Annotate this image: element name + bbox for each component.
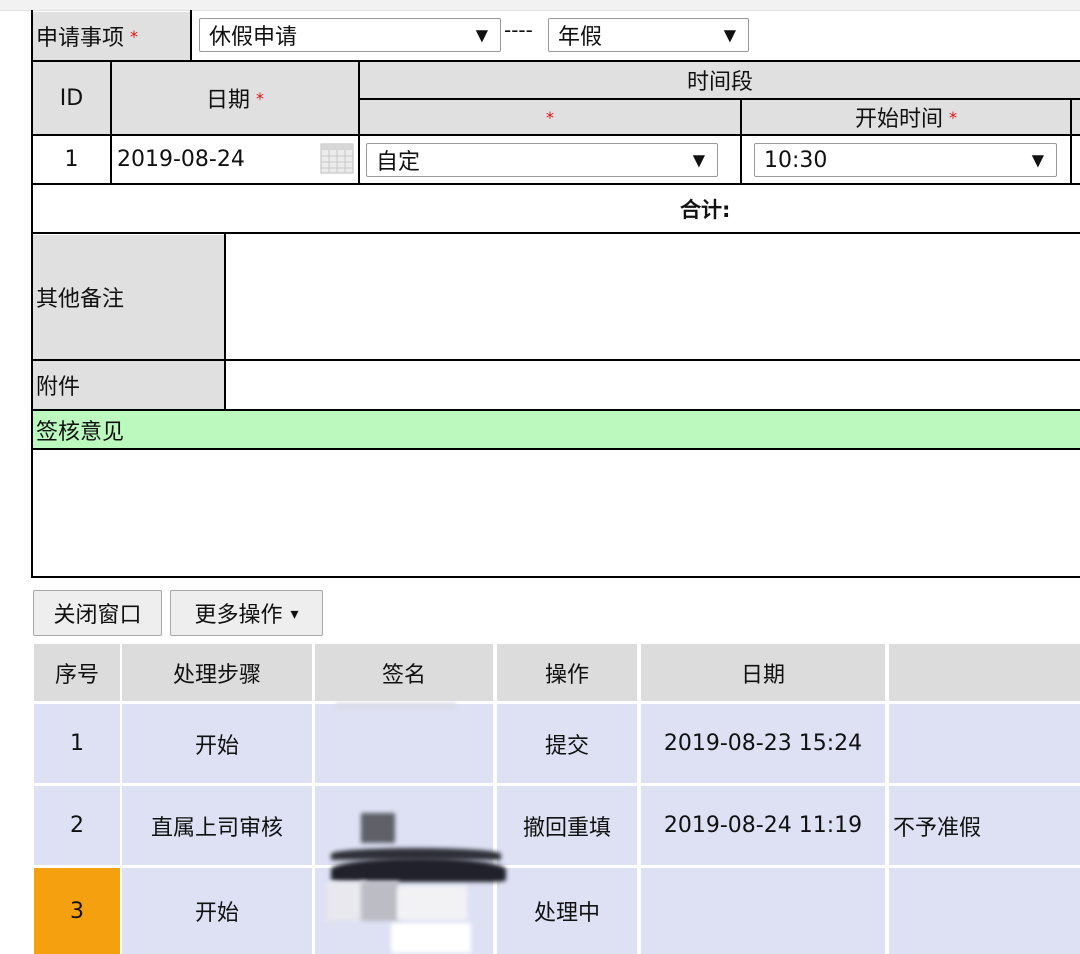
calendar-icon[interactable] bbox=[320, 142, 354, 174]
table-row-no: 2 bbox=[34, 786, 120, 865]
workflow-table: 序号 处理步骤 签名 操作 日期 1 开始 提交 2019-08-23 15:2… bbox=[31, 641, 1080, 954]
divider bbox=[31, 359, 1080, 361]
divider bbox=[31, 183, 1080, 185]
period-value: 自定 bbox=[376, 150, 421, 175]
row-id: 1 bbox=[64, 147, 79, 172]
date-header: 日期 * bbox=[112, 62, 358, 134]
table-row-date bbox=[641, 868, 885, 954]
leave-form: 申请事项 * 休假申请 ▼ ---- 年假 ▼ ID 日期 * 时间段 * 开始时间… bbox=[0, 10, 1080, 580]
flow-header-no: 序号 bbox=[34, 644, 120, 701]
review-content bbox=[33, 450, 1080, 576]
divider bbox=[110, 60, 112, 184]
flow-header-step: 处理步骤 bbox=[122, 644, 312, 701]
redacted-signature bbox=[397, 886, 467, 920]
table-row-operation: 处理中 bbox=[497, 868, 637, 954]
table-row-no: 1 bbox=[34, 704, 120, 783]
table-row-date: 2019-08-24 11:19 bbox=[641, 786, 885, 865]
table-row-note: 不予准假 bbox=[889, 786, 1080, 865]
chevron-down-icon: ▼ bbox=[475, 25, 488, 45]
flow-header-signature: 签名 bbox=[315, 644, 493, 701]
period-select[interactable]: 自定 ▼ bbox=[366, 143, 718, 177]
divider bbox=[1070, 98, 1072, 184]
redacted-signature bbox=[336, 703, 456, 709]
chevron-down-icon: ▼ bbox=[692, 150, 705, 170]
table-row-step: 开始 bbox=[122, 868, 312, 954]
attachment-label: 附件 bbox=[36, 375, 81, 400]
period-type-header: * bbox=[360, 100, 740, 134]
remarks-label-cell: 其他备注 bbox=[33, 235, 224, 359]
flow-header-date: 日期 bbox=[641, 644, 885, 701]
period-header: 时间段 bbox=[360, 62, 1080, 98]
divider bbox=[31, 134, 1080, 136]
divider bbox=[358, 98, 1080, 100]
redacted-signature bbox=[326, 881, 366, 921]
apply-label-cell: 申请事项 * bbox=[33, 12, 190, 60]
leave-type-value: 年假 bbox=[558, 25, 603, 50]
review-section-title: 签核意见 bbox=[36, 419, 125, 445]
close-window-button[interactable]: 关闭窗口 bbox=[33, 590, 162, 636]
apply-label: 申请事项 bbox=[36, 26, 125, 51]
table-row-note bbox=[889, 704, 1080, 783]
flow-header-note bbox=[889, 644, 1080, 701]
chevron-down-icon: ▼ bbox=[723, 25, 736, 45]
next-col-header bbox=[1072, 100, 1080, 134]
table-row-step: 开始 bbox=[122, 704, 312, 783]
table-row-operation: 撤回重填 bbox=[497, 786, 637, 865]
total-label: 合计: bbox=[680, 198, 731, 222]
divider bbox=[31, 10, 33, 578]
leave-type-select[interactable]: 年假 ▼ bbox=[548, 18, 749, 52]
date-value: 2019-08-24 bbox=[117, 147, 245, 172]
apply-type-select[interactable]: 休假申请 ▼ bbox=[199, 18, 501, 52]
attachment-label-cell: 附件 bbox=[33, 361, 224, 409]
divider bbox=[740, 98, 742, 184]
required-mark: * bbox=[130, 26, 139, 46]
review-section-header: 签核意见 bbox=[33, 411, 1080, 448]
divider bbox=[31, 60, 1080, 62]
divider bbox=[190, 10, 192, 62]
start-time-select[interactable]: 10:30 ▼ bbox=[754, 143, 1057, 177]
redacted-signature bbox=[361, 881, 399, 921]
chevron-down-icon: ▼ bbox=[1031, 150, 1044, 170]
divider bbox=[31, 409, 1080, 411]
table-row-step: 直属上司审核 bbox=[122, 786, 312, 865]
divider bbox=[31, 232, 1080, 234]
type-separator: ---- bbox=[504, 18, 533, 42]
divider bbox=[224, 232, 226, 411]
table-row-operation: 提交 bbox=[497, 704, 637, 783]
redacted-signature bbox=[391, 923, 471, 953]
table-row-note bbox=[889, 868, 1080, 954]
table-row-date: 2019-08-23 15:24 bbox=[641, 704, 885, 783]
remarks-textarea[interactable] bbox=[227, 235, 1080, 359]
start-time-header: 开始时间 * bbox=[742, 100, 1070, 134]
divider bbox=[31, 448, 1080, 450]
id-header: ID bbox=[33, 62, 110, 134]
redacted-signature bbox=[361, 813, 395, 843]
attachment-field[interactable] bbox=[227, 361, 1080, 409]
start-time-value: 10:30 bbox=[764, 147, 828, 173]
divider bbox=[31, 576, 1080, 578]
caret-down-icon: ▾ bbox=[290, 603, 299, 623]
table-row-signature bbox=[315, 704, 493, 783]
more-actions-button[interactable]: 更多操作 ▾ bbox=[170, 590, 323, 636]
flow-header-operation: 操作 bbox=[497, 644, 637, 701]
divider bbox=[358, 60, 360, 184]
current-step-no: 3 bbox=[34, 868, 120, 954]
apply-type-value: 休假申请 bbox=[209, 25, 298, 50]
remarks-label: 其他备注 bbox=[36, 287, 125, 312]
redacted-signature bbox=[331, 858, 506, 882]
